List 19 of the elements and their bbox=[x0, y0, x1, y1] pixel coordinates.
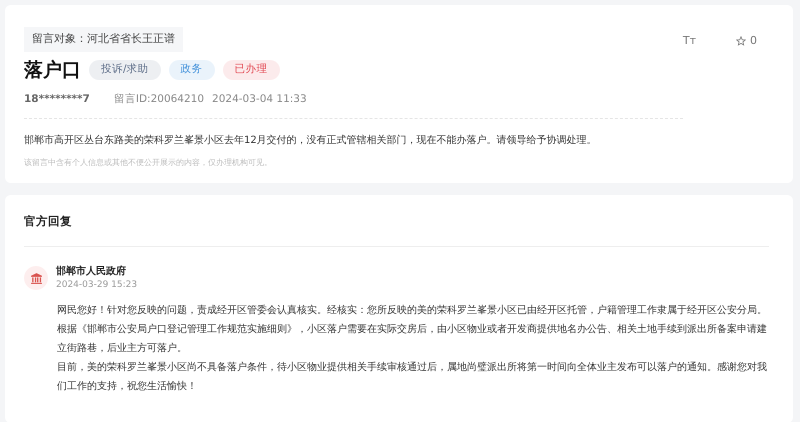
reply-paragraph: 网民您好！针对您反映的问题，责成经开区管委会认真核实。经核实：您所反映的美的荣科罗兰峯景小区已由经开区托管，户籍管理工作隶属于经开区公安分局。根据《邯郸市公安局户口登记管理工作规范实施细则》，小区落户需要在实际交房后，由小区物业或者开发商提供地名办公告、相关土地手续到派出所备案申请建立街路巷，后业主方可落户。 bbox=[57, 304, 768, 356]
privacy-notice: 该留言中含有个人信息或其他不便公开展示的内容，仅办理机构可见。 bbox=[24, 156, 273, 169]
reply-paragraph: 目前，美的荣科罗兰峯景小区尚不具备落户条件，待小区物业提供相关手续审核通过后，属地尚璧派出所将第一时间向全体业主发布可以落户的通知。感谢您对我们工作的支持，祝您生活愉快！ bbox=[57, 360, 768, 394]
reply-time: 2024-03-29 15:23 bbox=[56, 279, 138, 292]
category-tag: 政务 bbox=[168, 60, 215, 80]
message-id: 留言ID:20064210 bbox=[114, 92, 204, 107]
author-phone: 18********7 bbox=[24, 92, 90, 107]
message-target: 留言对象：河北省省长王正谱 bbox=[24, 27, 183, 52]
category-tag: 投诉/求助 bbox=[89, 60, 161, 80]
message-body: 邯郸市高开区丛台东路美的荣科罗兰峯景小区去年12月交付的，没有正式管辖相关部门，现在不能办落户。请领导给予协调处理。 bbox=[24, 134, 598, 148]
category-tag: 已办理 bbox=[222, 60, 280, 80]
government-building-icon bbox=[30, 272, 42, 285]
reply-heading: 官方回复 bbox=[24, 212, 769, 247]
font-size-button[interactable]: Tт bbox=[682, 33, 696, 50]
like-count: 0 bbox=[750, 33, 757, 49]
star-icon[interactable] bbox=[736, 36, 746, 46]
message-time: 2024-03-04 11:33 bbox=[212, 92, 307, 107]
message-title: 落户口 bbox=[24, 58, 81, 82]
agency-name: 邯郸市人民政府 bbox=[56, 264, 127, 279]
